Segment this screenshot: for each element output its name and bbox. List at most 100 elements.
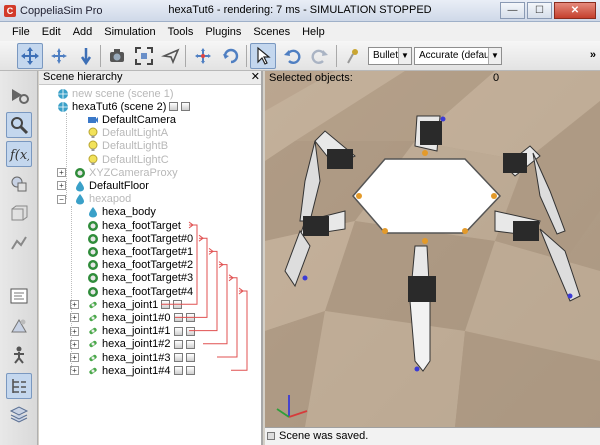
maximize-button[interactable]: ☐ [527,2,552,19]
object-rotate-icon[interactable] [218,43,244,69]
menu-help[interactable]: Help [296,26,331,38]
tree-item[interactable]: hexaTut6 (scene 2) [57,100,191,113]
model-browser-icon[interactable] [6,342,32,368]
dynamics-icon[interactable] [185,366,195,376]
status-grip-icon[interactable] [267,432,275,440]
tree-item[interactable]: hexa_joint1#0 [87,311,195,324]
joint-icon [87,299,99,311]
menu-simulation[interactable]: Simulation [98,26,161,38]
fit-to-view-icon[interactable] [131,43,157,69]
redo-icon[interactable] [307,43,333,69]
tree-item[interactable]: DefaultLightB [87,140,168,153]
layers-icon[interactable] [6,313,32,339]
scene-hierarchy-panel: Scene hierarchy ✕ new scene (scene 1) hex… [39,71,263,445]
joint-icon [87,365,99,377]
joint-icon [87,312,99,324]
status-message: Scene was saved. [279,430,369,442]
tree-item[interactable]: new scene (scene 1) [57,87,174,100]
scene-hierarchy-icon[interactable] [6,112,32,138]
camera-pan-icon[interactable] [17,43,43,69]
menu-plugins[interactable]: Plugins [199,26,247,38]
dummy-icon [87,286,99,298]
selected-objects-count: 0 [493,72,500,84]
tree-item[interactable]: hexa_joint1#4 [87,364,195,377]
menu-add[interactable]: Add [67,26,99,38]
dynamics-icon[interactable] [185,339,195,349]
script-icon[interactable] [173,313,183,323]
tree-item[interactable]: hexa_footTarget#4 [87,285,193,298]
tree-item-label: hexa_joint1#3 [102,351,171,364]
tree-item[interactable]: hexa_joint1#2 [87,338,195,351]
physics-engine-select[interactable]: Bullet ▼ [368,47,412,65]
dynamics-icon[interactable] [185,326,195,336]
fly-icon[interactable] [158,43,184,69]
menu-file[interactable]: File [6,26,36,38]
tree-item-label: DefaultCamera [102,113,176,126]
tree-item[interactable]: DefaultLightA [87,127,168,140]
tree-item[interactable]: DefaultFloor [74,179,149,192]
chevron-down-icon: ▼ [398,48,411,64]
tree-item-label: hexa_footTarget#2 [102,259,194,272]
script-icon[interactable] [161,300,171,310]
sim-settings-icon[interactable] [6,82,32,108]
calculation-modules-icon[interactable] [6,283,32,309]
dynamics-icon[interactable] [185,353,195,362]
tree-item[interactable]: hexa_footTarget#3 [87,272,193,285]
tree-item[interactable]: hexa_joint1#3 [87,351,195,364]
path-edit-icon[interactable] [6,230,32,256]
dynamics-icon[interactable] [185,313,195,323]
menu-bar: File Edit Add Simulation Tools Plugins S… [0,22,600,41]
hierarchy-settings-icon[interactable] [6,373,32,399]
camera-angle-icon[interactable] [104,43,130,69]
close-icon[interactable]: ✕ [251,71,260,84]
script-icon[interactable] [173,339,183,349]
menu-scenes[interactable]: Scenes [247,26,296,38]
dynamics-icon[interactable] [173,300,183,310]
script-icon[interactable] [173,366,183,376]
tree-item[interactable]: hexapod [74,193,131,206]
scene-viewport[interactable]: Selected objects: 0 [265,71,600,427]
object-shift-icon[interactable] [190,43,216,69]
tree-item[interactable]: DefaultLightC [87,153,169,166]
script-icon[interactable] [173,353,183,362]
click-select-icon[interactable] [250,43,276,69]
scene-globe-icon [57,88,69,100]
svg-text:f(x): f(x) [9,148,29,163]
expand-icon[interactable]: + [57,181,66,191]
accuracy-select[interactable]: Accurate (default) ▼ [414,47,502,65]
main-toolbar: Bullet ▼ Accurate (default) ▼ » [0,41,600,71]
tree-item[interactable]: XYZCameraProxy [74,166,178,179]
shape-edit-icon[interactable] [6,171,32,197]
tree-item[interactable]: DefaultCamera [87,113,176,126]
script-icon[interactable] [169,102,179,112]
camera-rotate-icon[interactable] [46,43,72,69]
menu-edit[interactable]: Edit [36,26,67,38]
dynamics-toggle-icon[interactable] [341,43,367,69]
toolbar-overflow-button[interactable]: » [590,49,596,61]
object-properties-icon[interactable] [6,201,32,227]
joint-icon [87,338,99,350]
tree-item[interactable]: hexa_joint1 [87,298,183,311]
tree-item[interactable]: hexa_footTarget#1 [87,245,193,258]
viewport-canvas[interactable] [265,71,600,427]
tree-item-label: hexa_footTarget#3 [102,272,194,285]
undo-icon[interactable] [279,43,305,69]
minimize-button[interactable]: — [500,2,525,19]
script-icon[interactable] [173,326,183,336]
function-icon[interactable]: f(x) [6,141,32,167]
menu-tools[interactable]: Tools [162,26,200,38]
tree-item[interactable]: hexa_joint1#1 [87,325,195,338]
close-button[interactable]: ✕ [554,2,596,19]
layer-stack-icon[interactable] [6,401,32,427]
dummy-icon [87,259,99,271]
tree-item[interactable]: hexa_footTarget#0 [87,232,193,245]
tree-item[interactable]: hexa_body [87,206,156,219]
tree-item[interactable]: hexa_footTarget [87,219,181,232]
expand-icon[interactable]: + [57,168,66,178]
camera-shift-icon[interactable] [73,43,99,69]
tree-item-label: hexaTut6 (scene 2) [72,100,167,113]
link-arrow [217,277,238,358]
dynamics-icon[interactable] [181,102,191,112]
tree-item[interactable]: hexa_footTarget#2 [87,259,193,272]
collapse-icon[interactable]: − [57,194,66,204]
